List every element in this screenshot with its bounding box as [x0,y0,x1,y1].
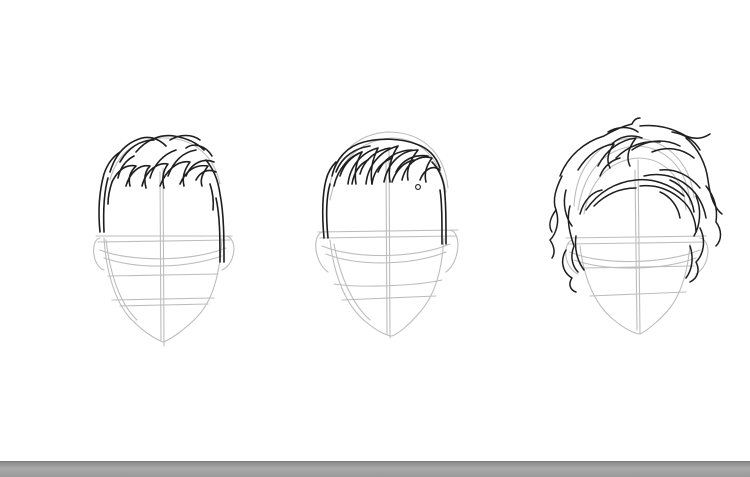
drawing-canvas[interactable] [0,0,750,461]
bottom-scrollbar[interactable] [0,461,750,477]
canvas-background [0,0,750,461]
